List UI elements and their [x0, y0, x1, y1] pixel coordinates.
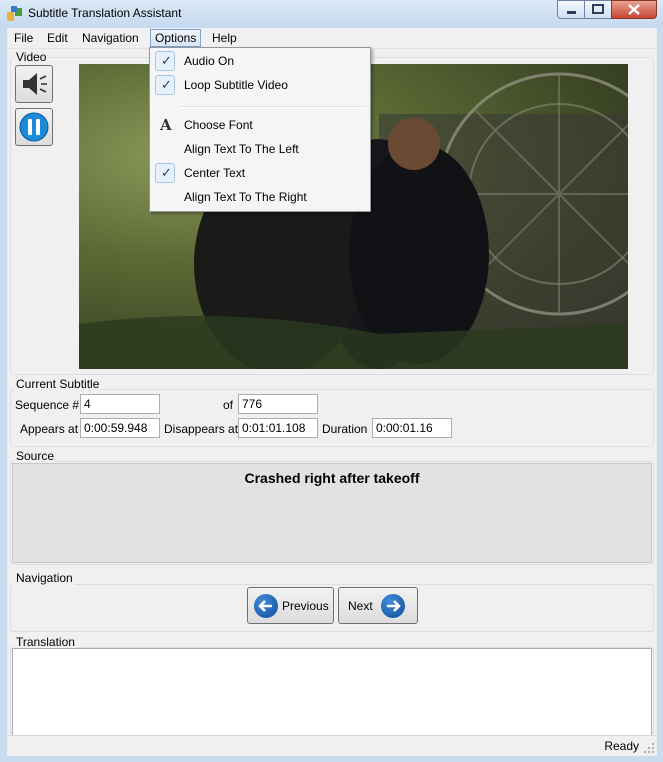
arrow-right-icon — [381, 594, 405, 618]
current-subtitle-label: Current Subtitle — [14, 377, 102, 391]
minimize-button[interactable] — [557, 0, 585, 19]
menu-navigation[interactable]: Navigation — [78, 30, 143, 46]
menu-item-align-right[interactable]: Align Text To The Right — [152, 186, 368, 208]
source-text-panel: Crashed right after takeoff — [12, 463, 652, 563]
appears-at-label: Appears at — [20, 422, 79, 436]
of-label: of — [223, 398, 234, 412]
checkmark-icon: ✓ — [155, 51, 175, 71]
disappears-at-label: Disappears at — [164, 422, 239, 436]
appears-at-field[interactable]: 0:00:59.948 — [80, 418, 160, 438]
menu-edit[interactable]: Edit — [43, 30, 72, 46]
translation-input[interactable] — [12, 648, 652, 736]
menu-item-choose-font[interactable]: A Choose Font — [152, 114, 368, 136]
previous-label: Previous — [282, 599, 329, 613]
font-icon: A — [160, 116, 172, 134]
menu-separator — [180, 106, 365, 108]
menu-item-center-text[interactable]: ✓ Center Text — [152, 162, 368, 184]
menu-item-align-left[interactable]: Align Text To The Left — [152, 138, 368, 160]
previous-button[interactable]: Previous — [247, 587, 334, 624]
sequence-label: Sequence # — [15, 398, 80, 412]
menu-item-loop-subtitle-video[interactable]: ✓ Loop Subtitle Video — [152, 74, 368, 96]
speaker-icon — [23, 73, 47, 95]
menu-item-label: Loop Subtitle Video — [184, 78, 288, 92]
menu-item-label: Choose Font — [184, 118, 253, 132]
menu-item-audio-on[interactable]: ✓ Audio On — [152, 50, 368, 72]
sequence-field[interactable]: 4 — [80, 394, 160, 414]
checkmark-icon: ✓ — [155, 163, 175, 183]
minimize-icon — [567, 11, 576, 14]
checkmark-icon: ✓ — [155, 75, 175, 95]
menu-bar: File Edit Navigation Options Help — [7, 28, 657, 49]
total-count-field[interactable]: 776 — [238, 394, 318, 414]
pause-icon — [19, 112, 49, 142]
status-bar: Ready — [7, 735, 657, 756]
duration-label: Duration — [322, 422, 368, 436]
pause-button[interactable] — [15, 108, 53, 146]
menu-help[interactable]: Help — [208, 30, 241, 46]
disappears-at-field[interactable]: 0:01:01.108 — [238, 418, 318, 438]
close-icon — [628, 4, 640, 15]
menu-item-label: Audio On — [184, 54, 235, 68]
window-title: Subtitle Translation Assistant — [28, 6, 182, 20]
menu-item-label: Align Text To The Left — [184, 142, 299, 156]
video-group-label: Video — [14, 50, 49, 64]
app-icon — [7, 6, 22, 21]
duration-field[interactable]: 0:00:01.16 — [372, 418, 452, 438]
menu-item-label: Center Text — [184, 166, 246, 180]
next-button[interactable]: Next — [338, 587, 418, 624]
close-button[interactable] — [611, 0, 657, 19]
menu-item-label: Align Text To The Right — [184, 190, 307, 204]
menu-file[interactable]: File — [10, 30, 37, 46]
options-dropdown-menu: ✓ Audio On ✓ Loop Subtitle Video A Choos… — [149, 47, 371, 212]
resize-grip-icon[interactable] — [643, 742, 655, 754]
audio-toggle-button[interactable] — [15, 65, 53, 103]
title-bar[interactable]: Subtitle Translation Assistant — [0, 0, 663, 28]
source-label: Source — [14, 449, 57, 463]
arrow-left-icon — [254, 594, 278, 618]
maximize-icon — [592, 4, 604, 14]
app-window: Subtitle Translation Assistant File Edit… — [0, 0, 663, 762]
translation-label: Translation — [14, 635, 77, 649]
next-label: Next — [348, 599, 373, 613]
status-text: Ready — [604, 739, 639, 753]
maximize-button[interactable] — [584, 0, 612, 19]
navigation-label: Navigation — [14, 571, 75, 585]
menu-options[interactable]: Options — [150, 29, 202, 47]
source-subtitle-text: Crashed right after takeoff — [244, 470, 420, 486]
